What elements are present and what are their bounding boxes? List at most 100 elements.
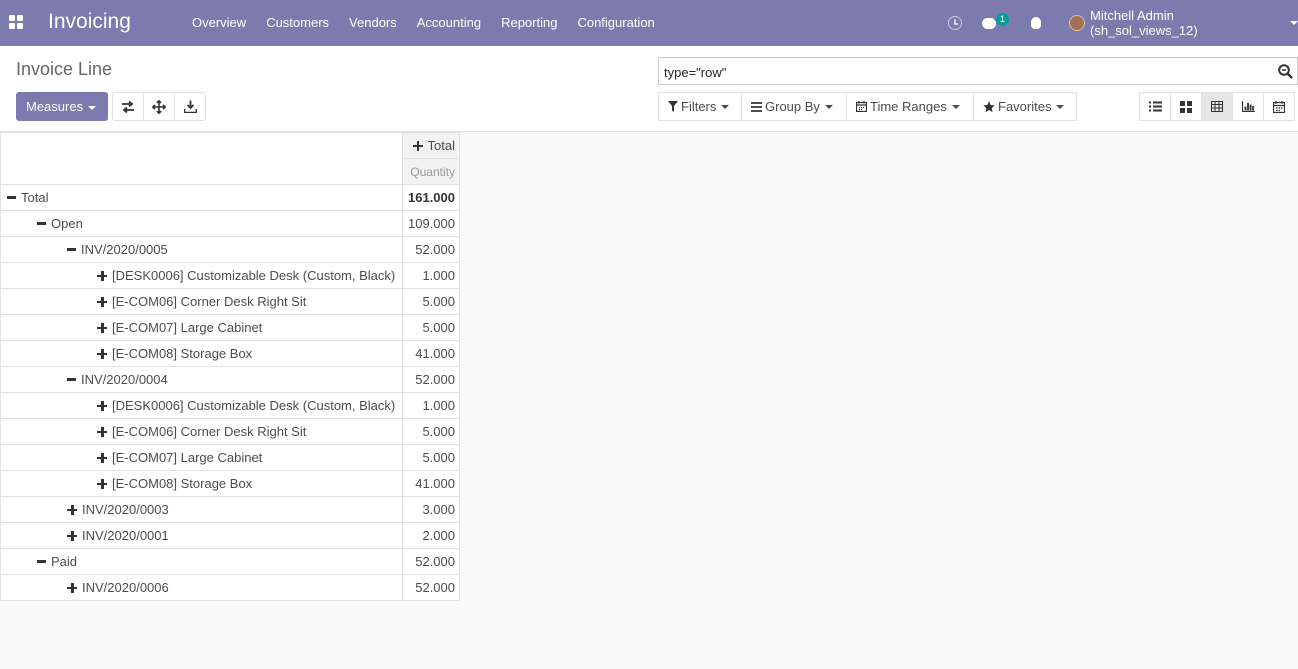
favorites-button[interactable]: Favorites (973, 92, 1077, 121)
chat-icon[interactable] (982, 0, 996, 46)
table-row: [E-COM06] Corner Desk Right Sit 5.000 (0, 418, 460, 445)
menu-reporting[interactable]: Reporting (491, 0, 567, 46)
plus-icon (97, 348, 107, 359)
cell-value[interactable]: 3.000 (402, 496, 460, 523)
apps-menu-icon[interactable] (9, 15, 23, 29)
table-row: [E-COM06] Corner Desk Right Sit 5.000 (0, 288, 460, 315)
chevron-down-icon (721, 104, 730, 109)
app-title: Invoicing (48, 10, 131, 33)
cell-value[interactable]: 109.000 (402, 210, 460, 237)
measures-button[interactable]: Measures (16, 92, 108, 121)
calendar-icon (1273, 100, 1285, 113)
measures-label: Measures (26, 99, 84, 114)
row-label: [DESK0006] Customizable Desk (Custom, Bl… (112, 268, 396, 283)
cell-value[interactable]: 5.000 (402, 418, 460, 445)
cell-value[interactable]: 5.000 (402, 444, 460, 471)
pivot-view-button[interactable] (1201, 92, 1233, 121)
debug-bug-icon[interactable] (1031, 0, 1041, 46)
kanban-view-button[interactable] (1170, 92, 1202, 121)
arrows-icon (152, 99, 166, 114)
table-row: Paid 52.000 (0, 548, 460, 575)
pivot-body: Total 161.000 Open 109.000 INV/2020/0005 52.0… (0, 184, 460, 601)
row-header[interactable]: [E-COM06] Corner Desk Right Sit (0, 288, 403, 315)
row-header[interactable]: Paid (0, 548, 403, 575)
search-input[interactable] (664, 63, 1264, 81)
filters-label: Filters (681, 99, 717, 114)
table-row: INV/2020/0001 2.000 (0, 522, 460, 549)
row-header[interactable]: INV/2020/0004 (0, 366, 403, 393)
cell-value[interactable]: 5.000 (402, 314, 460, 341)
cell-value[interactable]: 41.000 (402, 470, 460, 497)
top-navbar: Invoicing Overview Customers Vendors Acc… (0, 0, 1298, 46)
row-header[interactable]: Total (0, 184, 403, 211)
group-by-label: Group By (765, 99, 820, 114)
user-name: Mitchell Admin (sh_sol_views_12) (1090, 8, 1198, 38)
table-row: [E-COM08] Storage Box 41.000 (0, 470, 460, 497)
calendar-view-button[interactable] (1263, 92, 1295, 121)
kanban-icon (1180, 100, 1192, 113)
row-header[interactable]: INV/2020/0006 (0, 574, 403, 601)
chevron-down-icon (1056, 104, 1065, 109)
row-label: [E-COM07] Large Cabinet (112, 320, 263, 335)
menu-overview[interactable]: Overview (182, 0, 256, 46)
row-label: [E-COM06] Corner Desk Right Sit (112, 294, 307, 309)
activity-clock-icon[interactable] (948, 0, 962, 46)
table-row: Open 109.000 (0, 210, 460, 237)
row-header[interactable]: [E-COM07] Large Cabinet (0, 314, 403, 341)
cell-value[interactable]: 1.000 (402, 392, 460, 419)
flip-axis-button[interactable] (112, 92, 144, 121)
row-header[interactable]: INV/2020/0001 (0, 522, 403, 549)
row-label: INV/2020/0004 (81, 372, 168, 387)
cell-value[interactable]: 52.000 (402, 236, 460, 263)
menu-vendors[interactable]: Vendors (339, 0, 407, 46)
menu-customers[interactable]: Customers (256, 0, 339, 46)
control-panel: Invoice Line Measures Filters Group By T… (0, 46, 1298, 132)
filters-button[interactable]: Filters (658, 92, 742, 121)
plus-icon (97, 296, 107, 307)
user-menu[interactable]: Mitchell Admin (sh_sol_views_12) (1069, 0, 1298, 46)
cell-value[interactable]: 161.000 (402, 184, 460, 211)
row-label: Total (21, 190, 49, 205)
col-header-label: Total (427, 138, 455, 153)
cell-value[interactable]: 52.000 (402, 548, 460, 575)
graph-view-button[interactable] (1232, 92, 1264, 121)
row-header[interactable]: INV/2020/0005 (0, 236, 403, 263)
cell-value[interactable]: 52.000 (402, 366, 460, 393)
row-header[interactable]: Open (0, 210, 403, 237)
cell-value[interactable]: 41.000 (402, 340, 460, 367)
favorites-label: Favorites (998, 99, 1052, 114)
row-header[interactable]: [E-COM08] Storage Box (0, 470, 403, 497)
cell-value[interactable]: 1.000 (402, 262, 460, 289)
time-ranges-label: Time Ranges (870, 99, 947, 114)
col-header-total[interactable]: Total (402, 132, 460, 159)
pivot-table: Total Quantity Total 161.000 Open 109.000 IN… (0, 132, 460, 601)
plus-icon (97, 426, 107, 437)
row-header[interactable]: [E-COM07] Large Cabinet (0, 444, 403, 471)
avatar (1069, 15, 1085, 31)
measure-header[interactable]: Quantity (402, 158, 460, 185)
plus-icon (67, 504, 77, 515)
cell-value[interactable]: 52.000 (402, 574, 460, 601)
calendar-icon (856, 101, 867, 112)
row-header[interactable]: INV/2020/0003 (0, 496, 403, 523)
cell-value[interactable]: 5.000 (402, 288, 460, 315)
minus-icon (37, 560, 46, 563)
row-label: [E-COM08] Storage Box (112, 476, 253, 491)
row-header[interactable]: [DESK0006] Customizable Desk (Custom, Bl… (0, 262, 403, 289)
menu-accounting[interactable]: Accounting (407, 0, 491, 46)
page-title: Invoice Line (16, 59, 113, 79)
row-label: [E-COM06] Corner Desk Right Sit (112, 424, 307, 439)
download-button[interactable] (174, 92, 206, 121)
row-header[interactable]: [DESK0006] Customizable Desk (Custom, Bl… (0, 392, 403, 419)
table-row: INV/2020/0003 3.000 (0, 496, 460, 523)
group-by-button[interactable]: Group By (741, 92, 847, 121)
list-view-button[interactable] (1139, 92, 1171, 121)
table-row: INV/2020/0004 52.000 (0, 366, 460, 393)
row-header[interactable]: [E-COM08] Storage Box (0, 340, 403, 367)
expand-all-button[interactable] (143, 92, 175, 121)
time-ranges-button[interactable]: Time Ranges (846, 92, 974, 121)
cell-value[interactable]: 2.000 (402, 522, 460, 549)
search-icon[interactable] (1278, 64, 1293, 79)
menu-configuration[interactable]: Configuration (567, 0, 664, 46)
row-header[interactable]: [E-COM06] Corner Desk Right Sit (0, 418, 403, 445)
